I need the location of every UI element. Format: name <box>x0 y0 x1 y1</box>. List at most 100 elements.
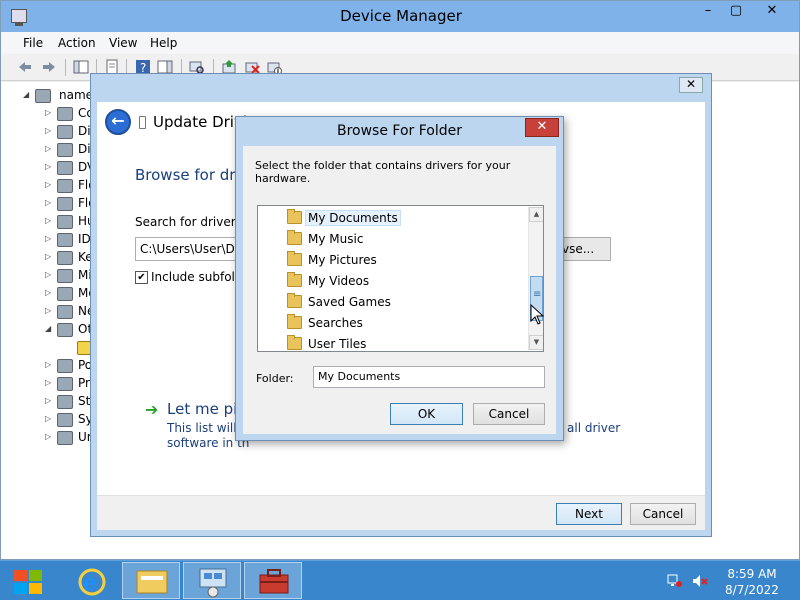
expand-arrow-icon[interactable]: ▷ <box>45 414 53 423</box>
mouse-cursor-icon <box>530 304 545 325</box>
device-category-icon <box>57 179 73 193</box>
menu-view[interactable]: View <box>109 36 137 50</box>
folder-item-label: User Tiles <box>308 337 367 351</box>
window-title: Device Manager <box>340 7 462 25</box>
close-icon: ✕ <box>685 77 697 91</box>
folder-item-label: Searches <box>308 316 363 330</box>
folder-item[interactable]: User Tiles <box>258 334 526 351</box>
taskbar-file-explorer[interactable] <box>122 562 180 599</box>
windows-logo-segment <box>29 583 42 594</box>
toolbox-icon <box>259 569 289 594</box>
folder-item[interactable]: My Pictures <box>258 250 526 271</box>
windows-logo-segment <box>29 570 42 581</box>
folder-tree[interactable]: My Documents My Music My Pictures My Videos… <box>257 205 544 352</box>
expand-arrow-icon[interactable]: ▷ <box>45 162 53 171</box>
taskbar-internet-explorer[interactable]: e <box>62 562 120 599</box>
update-driver-footer: Next Cancel <box>97 495 705 530</box>
forward-arrow-icon[interactable] <box>41 59 57 75</box>
taskbar: e 8:59 AM 8/7/2022 <box>0 560 800 600</box>
include-subfolders-checkbox[interactable]: ✔ <box>135 271 148 284</box>
scroll-up-icon: ▲ <box>533 210 540 218</box>
browse-cancel-button[interactable]: Cancel <box>473 403 545 425</box>
expand-arrow-icon[interactable]: ▷ <box>45 288 53 297</box>
back-arrow-icon: ← <box>111 111 125 130</box>
expand-arrow-icon[interactable]: ▷ <box>45 180 53 189</box>
folder-name-input[interactable]: My Documents <box>313 366 545 388</box>
expand-arrow-icon[interactable]: ▷ <box>45 396 53 405</box>
expand-arrow-icon[interactable]: ▷ <box>45 108 53 117</box>
clock-time[interactable]: 8:59 AM <box>722 567 782 581</box>
folder-item[interactable]: My Videos <box>258 271 526 292</box>
ok-button[interactable]: OK <box>390 403 463 425</box>
device-category-icon <box>57 269 73 283</box>
folder-item[interactable]: My Music <box>258 229 526 250</box>
folder-item-label: My Music <box>308 232 364 246</box>
folder-icon <box>287 230 302 245</box>
menu-action[interactable]: Action <box>58 36 96 50</box>
device-category-icon <box>57 377 73 391</box>
expand-arrow-icon[interactable]: ▷ <box>45 360 53 369</box>
menu-help[interactable]: Help <box>150 36 177 50</box>
clock-date[interactable]: 8/7/2022 <box>720 583 784 597</box>
expand-arrow-icon[interactable]: ▷ <box>45 432 53 441</box>
expand-arrow-icon[interactable]: ▷ <box>45 198 53 207</box>
checkmark-icon: ✔ <box>137 272 146 283</box>
cancel-button[interactable]: Cancel <box>630 503 696 525</box>
folder-label: Folder: <box>256 372 294 385</box>
windows-logo-segment <box>14 583 27 594</box>
expand-arrow-icon[interactable]: ▷ <box>45 126 53 135</box>
taskbar-computer-management[interactable] <box>183 562 241 599</box>
back-arrow-icon[interactable] <box>17 59 33 75</box>
collapse-arrow-icon[interactable]: ◢ <box>23 90 31 99</box>
expand-arrow-icon[interactable]: ◢ <box>45 324 53 333</box>
device-manager-titlebar[interactable]: Device Manager – ▢ ✕ <box>1 1 799 32</box>
back-button[interactable]: ← <box>105 109 131 135</box>
folder-scrollbar[interactable]: ▲ ▼ <box>528 207 543 350</box>
maximize-button[interactable]: ▢ <box>721 2 751 22</box>
taskbar-device-manager[interactable] <box>244 562 302 599</box>
folder-item-label: Saved Games <box>308 295 391 309</box>
browse-close-button[interactable]: ✕ <box>525 118 559 137</box>
expand-arrow-icon[interactable]: ▷ <box>45 306 53 315</box>
menu-file[interactable]: File <box>23 36 43 50</box>
expand-arrow-icon[interactable]: ▷ <box>45 144 53 153</box>
expand-arrow-icon[interactable]: ▷ <box>45 234 53 243</box>
device-category-icon <box>57 107 73 121</box>
update-driver-title: Update Drivi <box>153 113 248 131</box>
minimize-button[interactable]: – <box>693 2 723 22</box>
browse-heading: Browse for driv <box>135 166 249 184</box>
menu-bar: File Action View Help <box>1 32 799 54</box>
volume-muted-icon[interactable] <box>692 574 708 588</box>
expand-arrow-icon[interactable]: ▷ <box>45 378 53 387</box>
scroll-up-button[interactable]: ▲ <box>529 207 543 222</box>
device-category-icon <box>57 161 73 175</box>
scroll-down-icon: ▼ <box>533 338 540 346</box>
browse-dialog-title: Browse For Folder <box>336 123 462 139</box>
folder-item[interactable]: My Documents <box>258 208 526 229</box>
folder-icon <box>287 314 302 329</box>
scroll-down-button[interactable]: ▼ <box>529 335 543 350</box>
device-category-icon <box>57 359 73 373</box>
expand-arrow-icon[interactable]: ▷ <box>45 270 53 279</box>
internet-explorer-icon: e <box>78 568 106 596</box>
device-category-icon <box>57 251 73 265</box>
svg-text:e: e <box>83 570 97 596</box>
expand-arrow-icon[interactable]: ▷ <box>45 216 53 225</box>
tree-root-label: name <box>59 88 94 102</box>
start-button[interactable] <box>10 567 44 595</box>
expand-arrow-icon[interactable]: ▷ <box>45 252 53 261</box>
folder-item[interactable]: Searches <box>258 313 526 334</box>
folder-item[interactable]: Saved Games <box>258 292 526 313</box>
folder-icon <box>287 209 302 224</box>
next-button[interactable]: Next <box>556 503 622 525</box>
close-button[interactable]: ✕ <box>753 2 791 22</box>
windows-logo-icon <box>14 570 27 581</box>
folder-item-label: My Pictures <box>308 253 377 267</box>
device-category-icon <box>57 215 73 229</box>
update-driver-close-button[interactable]: ✕ <box>679 77 703 93</box>
let-me-pick-link[interactable]: Let me pic <box>167 400 246 418</box>
device-category-icon <box>57 395 73 409</box>
show-hide-console-tree-icon[interactable] <box>73 59 89 75</box>
minimize-icon: – <box>704 3 712 18</box>
network-icon[interactable] <box>667 574 683 588</box>
